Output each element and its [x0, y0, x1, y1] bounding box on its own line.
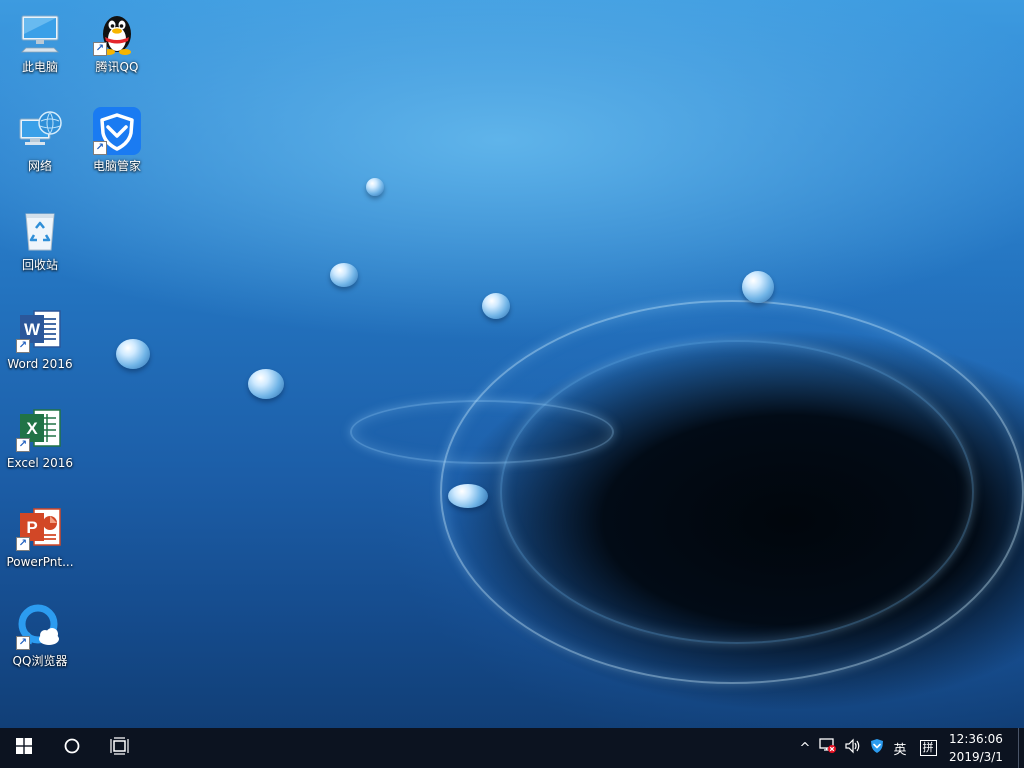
- svg-text:W: W: [24, 320, 41, 339]
- taskbar: ^ 英 拼 12:36:06 2019/3/1: [0, 728, 1024, 768]
- start-button[interactable]: [0, 728, 48, 768]
- shortcut-arrow-icon: ↗: [93, 141, 107, 155]
- wallpaper-droplet: [482, 293, 510, 319]
- icon-label: 此电脑: [21, 60, 58, 74]
- icon-label: 电脑管家: [92, 159, 141, 173]
- wallpaper-ripple: [500, 340, 974, 644]
- wallpaper-droplet: [116, 339, 150, 369]
- clock-date: 2019/3/1: [949, 750, 1003, 764]
- wallpaper-droplet: [742, 271, 774, 303]
- shortcut-arrow-icon: ↗: [16, 339, 30, 353]
- shortcut-arrow-icon: ↗: [16, 537, 30, 551]
- word-icon: W ↗: [16, 305, 64, 353]
- task-view-icon: [110, 737, 130, 759]
- icon-label: 回收站: [21, 258, 58, 272]
- ime-language-button[interactable]: 英: [889, 728, 911, 768]
- icon-label: Word 2016: [7, 357, 73, 371]
- desktop-icon-excel[interactable]: X ↗ Excel 2016: [2, 398, 78, 484]
- icon-label: Excel 2016: [6, 456, 74, 470]
- wallpaper-droplet: [448, 484, 488, 508]
- powerpoint-icon: P ↗: [16, 503, 64, 551]
- ime-mode-button[interactable]: 拼: [916, 728, 940, 768]
- this-pc-icon: [16, 8, 64, 56]
- svg-text:P: P: [26, 518, 37, 537]
- desktop-icon-qq-browser[interactable]: ↗ QQ浏览器: [2, 596, 78, 682]
- shortcut-arrow-icon: ↗: [93, 42, 107, 56]
- ime-mode-label: 拼: [919, 740, 937, 756]
- wallpaper-ripple: [350, 400, 614, 464]
- icon-label: 腾讯QQ: [95, 60, 139, 74]
- pc-manager-tray-icon: [869, 738, 885, 758]
- desktop-icon-powerpoint[interactable]: P ↗ PowerPnt...: [2, 497, 78, 583]
- network-disconnected-icon: [819, 738, 837, 758]
- task-view-button[interactable]: [96, 728, 144, 768]
- chevron-up-icon: ^: [799, 740, 811, 756]
- show-hidden-icons-button[interactable]: ^: [795, 728, 815, 768]
- desktop-icon-tencent-qq[interactable]: ↗ 腾讯QQ: [79, 2, 155, 88]
- clock-time: 12:36:06: [949, 732, 1003, 746]
- pc-manager-icon: ↗: [93, 107, 141, 155]
- recycle-bin-icon: [16, 206, 64, 254]
- excel-icon: X ↗: [16, 404, 64, 452]
- qq-penguin-icon: ↗: [93, 8, 141, 56]
- desktop-icon-this-pc[interactable]: 此电脑: [2, 2, 78, 88]
- show-desktop-button[interactable]: [1018, 728, 1024, 768]
- desktop-icon-network[interactable]: 网络: [2, 101, 78, 187]
- desktop-icon-pc-manager[interactable]: ↗ 电脑管家: [79, 101, 155, 187]
- network-icon: [16, 107, 64, 155]
- shortcut-arrow-icon: ↗: [16, 636, 30, 650]
- pc-manager-tray-button[interactable]: [866, 728, 888, 768]
- icon-label: 网络: [27, 159, 52, 173]
- volume-icon: [844, 738, 862, 758]
- wallpaper-droplet: [366, 178, 384, 196]
- desktop-icon-recycle-bin[interactable]: 回收站: [2, 200, 78, 286]
- icon-label: PowerPnt...: [6, 555, 74, 569]
- search-circle-icon: [63, 737, 81, 759]
- search-button[interactable]: [48, 728, 96, 768]
- qq-browser-icon: ↗: [16, 602, 64, 650]
- shortcut-arrow-icon: ↗: [16, 438, 30, 452]
- volume-button[interactable]: [841, 728, 865, 768]
- svg-text:X: X: [26, 419, 38, 438]
- desktop-icon-word[interactable]: W ↗ Word 2016: [2, 299, 78, 385]
- wallpaper-droplet: [330, 263, 358, 287]
- start-windows-icon: [16, 738, 32, 758]
- clock-button[interactable]: 12:36:06 2019/3/1: [944, 730, 1008, 766]
- icon-label: QQ浏览器: [12, 654, 68, 668]
- ime-language-label: 英: [893, 742, 907, 758]
- network-status-button[interactable]: [816, 728, 840, 768]
- wallpaper-droplet: [248, 369, 284, 399]
